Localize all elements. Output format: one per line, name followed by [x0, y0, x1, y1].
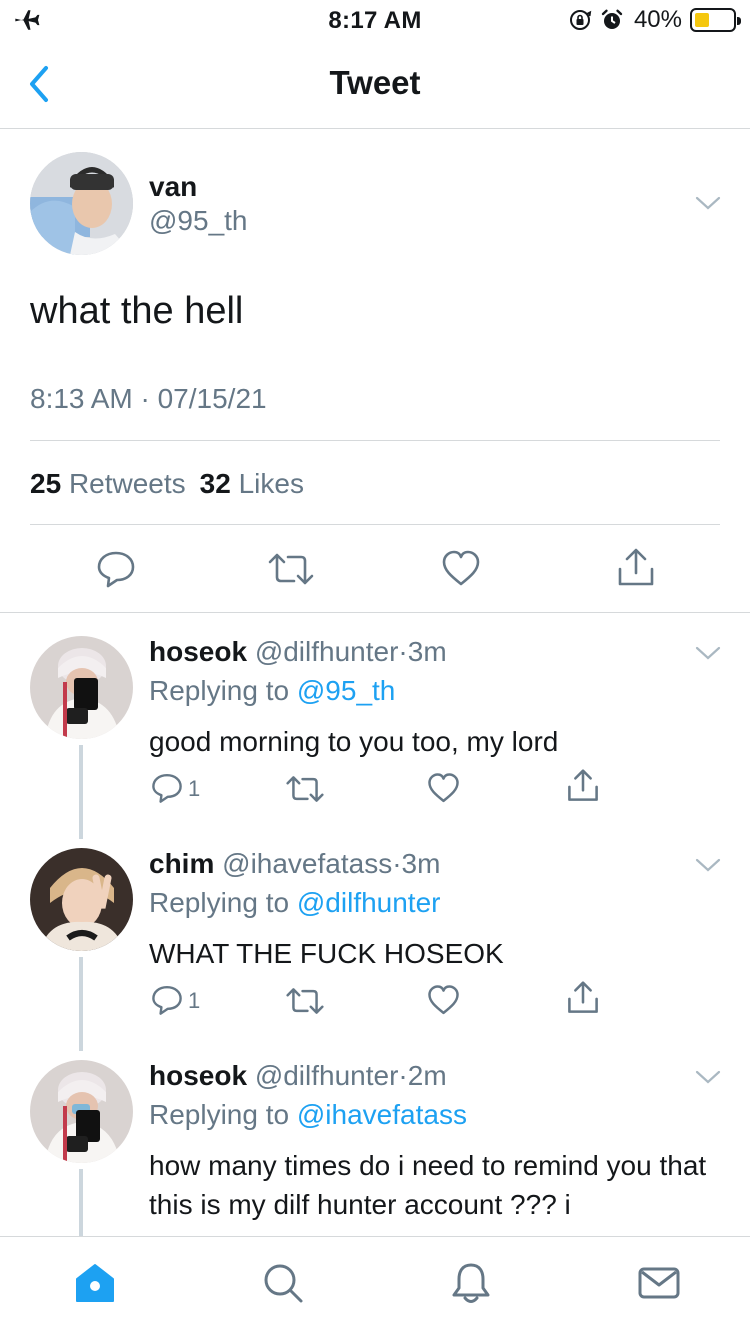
like-heart-icon[interactable] — [427, 772, 460, 805]
reply-time: 2m — [407, 1060, 447, 1091]
tweet-timestamp: 8:13 AM · 07/15/21 — [30, 383, 267, 414]
retweets-stat[interactable]: 25 Retweets — [30, 468, 186, 500]
avatar[interactable] — [30, 848, 133, 951]
search-icon[interactable] — [261, 1261, 305, 1305]
author-handle[interactable]: @95_th — [149, 205, 248, 237]
page-title: Tweet — [329, 64, 421, 101]
replying-to: Replying to @ihavefatass — [149, 1099, 467, 1130]
tweet-text: what the hell — [30, 290, 244, 332]
thread-line — [79, 957, 83, 1051]
alarm-icon — [601, 9, 623, 29]
reply-header: chim @ihavefatass·3m — [149, 848, 441, 879]
chevron-down-icon[interactable] — [694, 856, 722, 874]
mention-link[interactable]: @95_th — [297, 675, 396, 706]
battery-fill — [695, 13, 709, 27]
thread-line — [79, 1169, 83, 1236]
reply-author-handle[interactable]: @ihavefatass — [222, 848, 392, 879]
reply-author-handle[interactable]: @dilfhunter — [255, 1060, 399, 1091]
like-heart-icon[interactable] — [441, 549, 481, 589]
share-icon[interactable] — [616, 547, 656, 589]
divider — [30, 440, 720, 441]
tweet-stats: 25 Retweets 32 Likes — [30, 468, 304, 500]
notifications-icon[interactable] — [449, 1261, 493, 1305]
retweet-icon[interactable] — [286, 774, 324, 804]
reply-author-handle[interactable]: @dilfhunter — [255, 636, 399, 667]
like-heart-icon[interactable] — [427, 984, 460, 1017]
mention-link[interactable]: @ihavefatass — [297, 1099, 467, 1130]
author-name[interactable]: van — [149, 171, 197, 203]
chevron-down-icon[interactable] — [694, 644, 722, 662]
status-bar: 8:17 AM 40% — [0, 0, 750, 40]
nav-header: Tweet — [0, 40, 750, 129]
likes-stat[interactable]: 32 Likes — [200, 468, 304, 500]
reply-time: 3m — [401, 848, 441, 879]
chevron-down-icon[interactable] — [694, 194, 722, 212]
reply-count: 1 — [188, 776, 201, 801]
tab-bar — [0, 1236, 750, 1334]
messages-icon[interactable] — [637, 1261, 681, 1305]
reply-time: 3m — [407, 636, 447, 667]
reply-header: hoseok @dilfhunter·3m — [149, 636, 447, 667]
rotation-lock-icon — [569, 10, 592, 30]
share-icon[interactable] — [566, 980, 600, 1016]
thread-line — [79, 745, 83, 839]
tweet-actions — [0, 545, 750, 595]
home-icon[interactable] — [73, 1261, 117, 1305]
mention-link[interactable]: @dilfhunter — [297, 887, 441, 918]
reply-icon[interactable] — [151, 772, 183, 804]
battery-percent: 40% — [633, 6, 682, 33]
reply-author-name[interactable]: chim — [149, 848, 214, 879]
avatar[interactable] — [30, 152, 133, 255]
retweet-icon[interactable] — [286, 986, 324, 1016]
battery-icon — [690, 8, 741, 32]
replying-to: Replying to @95_th — [149, 675, 396, 706]
reply-author-name[interactable]: hoseok — [149, 636, 247, 667]
reply-author-name[interactable]: hoseok — [149, 1060, 247, 1091]
chevron-down-icon[interactable] — [694, 1068, 722, 1086]
avatar[interactable] — [30, 1060, 133, 1163]
reply-actions: 1 — [0, 981, 750, 1020]
retweet-icon[interactable] — [268, 551, 314, 587]
share-icon[interactable] — [566, 768, 600, 804]
reply-text: how many times do i need to remind you t… — [149, 1150, 707, 1220]
reply-icon[interactable] — [151, 984, 183, 1016]
reply-text: good morning to you too, my lord — [149, 726, 559, 757]
reply-text: WHAT THE FUCK HOSEOK — [149, 938, 504, 969]
reply-header: hoseok @dilfhunter·2m — [149, 1060, 447, 1091]
reply-icon[interactable] — [96, 549, 136, 589]
reply-actions: 1 — [0, 769, 750, 808]
reply-count: 1 — [188, 988, 201, 1013]
avatar[interactable] — [30, 636, 133, 739]
replying-to: Replying to @dilfhunter — [149, 887, 441, 918]
divider — [30, 524, 720, 525]
divider — [0, 612, 750, 613]
